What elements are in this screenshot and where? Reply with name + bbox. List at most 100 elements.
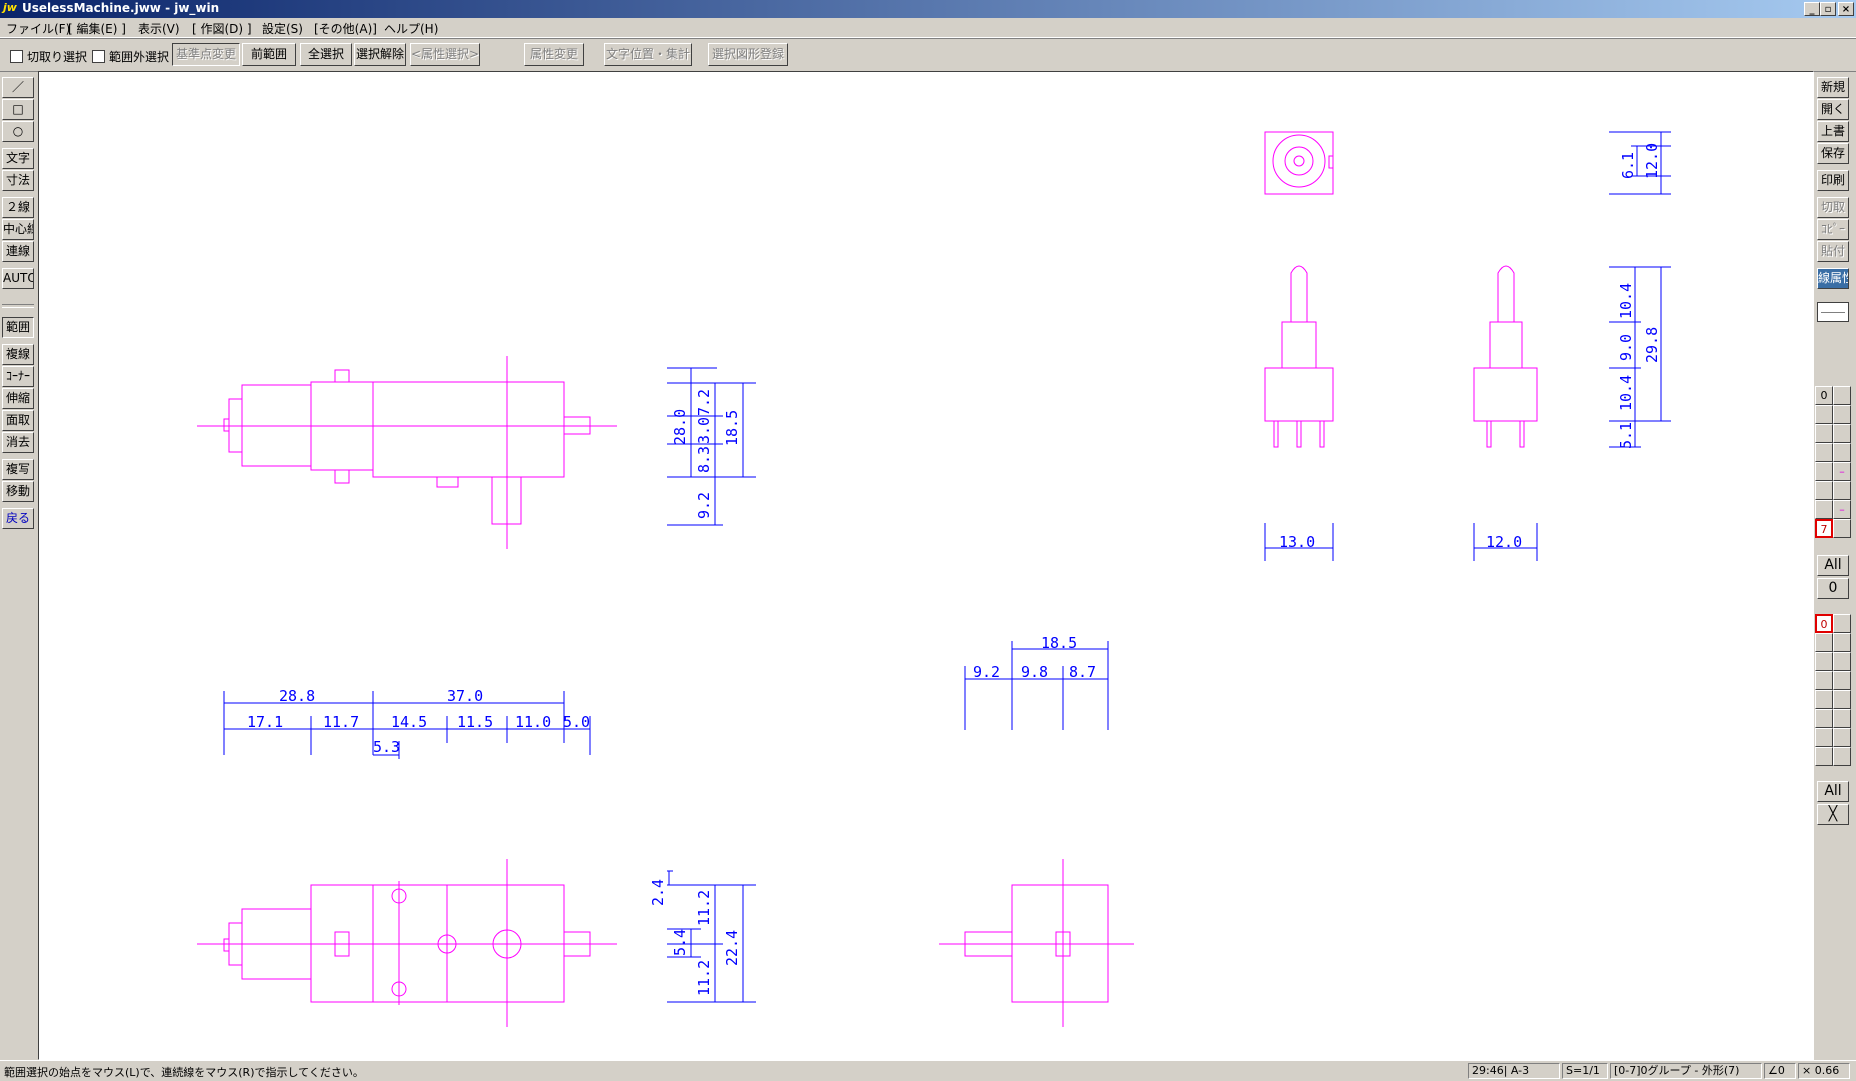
- layer-e[interactable]: [1833, 728, 1851, 747]
- double-line-tool-button[interactable]: ２線: [2, 197, 34, 218]
- length-dimensions: 28.8 37.0 17.1 11.7 14.5 11.5 11.0 5.0 5…: [223, 687, 591, 759]
- layer-group-e[interactable]: –: [1833, 500, 1851, 519]
- cut-select-checkbox[interactable]: 切取り選択: [10, 48, 87, 65]
- layer-c[interactable]: [1833, 690, 1851, 709]
- layer-group-b[interactable]: [1833, 443, 1851, 462]
- line-attribute-button[interactable]: 線属性: [1817, 268, 1849, 289]
- cut-button[interactable]: 切取: [1817, 197, 1849, 218]
- multi-line-tool-button[interactable]: 複線: [2, 344, 34, 365]
- stretch-tool-button[interactable]: 伸縮: [2, 388, 34, 409]
- deselect-button[interactable]: 選択解除: [354, 43, 406, 66]
- copy-button[interactable]: ｺﾋﾟｰ: [1817, 219, 1849, 240]
- corner-tool-button[interactable]: ｺｰﾅｰ: [2, 366, 34, 387]
- layer-9[interactable]: [1833, 633, 1851, 652]
- layer-5[interactable]: [1815, 709, 1833, 728]
- prev-range-button[interactable]: 前範囲: [242, 43, 296, 66]
- layer-3[interactable]: [1815, 671, 1833, 690]
- close-button[interactable]: ×: [1838, 2, 1854, 16]
- register-shape-button[interactable]: 選択図形登録: [708, 43, 788, 66]
- layer-group-2[interactable]: [1815, 424, 1833, 443]
- drawing-svg[interactable]: 28.0 7.2 8.3 3.0 18.5 9.2 6.1 12.0 10.4 …: [39, 72, 1813, 1059]
- paste-button[interactable]: 貼付: [1817, 241, 1849, 262]
- line-tool-button[interactable]: ／: [2, 77, 34, 98]
- layer-a[interactable]: [1833, 652, 1851, 671]
- undo-button[interactable]: 戻る: [2, 508, 34, 529]
- layer-group-d[interactable]: [1833, 481, 1851, 500]
- layer-group-3[interactable]: [1815, 443, 1833, 462]
- layer-group-4[interactable]: [1815, 462, 1833, 481]
- save-button[interactable]: 保存: [1817, 143, 1849, 164]
- new-file-button[interactable]: 新規: [1817, 77, 1849, 98]
- layer-group-5[interactable]: [1815, 481, 1833, 500]
- dim-switch-5-1: 5.1: [1617, 422, 1635, 449]
- layer-group-zero-button[interactable]: 0: [1817, 578, 1849, 599]
- dim-switch-10-4a: 10.4: [1617, 283, 1635, 319]
- layer-group-7-selected[interactable]: 7: [1815, 519, 1833, 538]
- layer-f[interactable]: [1833, 747, 1851, 766]
- scale-panel[interactable]: S=1/1: [1562, 1063, 1608, 1079]
- layer-cross-button[interactable]: ╳: [1817, 804, 1849, 825]
- all-layer-groups-button[interactable]: All: [1817, 555, 1849, 576]
- erase-tool-button[interactable]: 消去: [2, 432, 34, 453]
- dim-length-11-0: 11.0: [515, 713, 551, 731]
- minimize-button[interactable]: _: [1804, 2, 1820, 16]
- paper-size-panel[interactable]: 29:46| A-3: [1468, 1063, 1560, 1079]
- base-point-button[interactable]: 基準点変更: [172, 43, 240, 66]
- rect-tool-button[interactable]: □: [2, 99, 34, 120]
- layer-6[interactable]: [1815, 728, 1833, 747]
- overwrite-button[interactable]: 上書: [1817, 121, 1849, 142]
- connect-tool-button[interactable]: 連線: [2, 241, 34, 262]
- center-line-tool-button[interactable]: 中心線: [2, 219, 34, 240]
- checkbox-box[interactable]: [92, 50, 105, 63]
- layer-group-6[interactable]: [1815, 500, 1833, 519]
- layer-b[interactable]: [1833, 671, 1851, 690]
- layer-4[interactable]: [1815, 690, 1833, 709]
- menu-help[interactable]: ヘルプ(H): [384, 20, 438, 37]
- layer-group-a[interactable]: [1833, 424, 1851, 443]
- layer-1[interactable]: [1815, 633, 1833, 652]
- layer-group-9[interactable]: [1833, 405, 1851, 424]
- copy-tool-button[interactable]: 複写: [2, 459, 34, 480]
- text-tool-button[interactable]: 文字: [2, 148, 34, 169]
- menu-settings[interactable]: 設定(S): [262, 20, 303, 37]
- menu-edit[interactable]: [ 編集(E) ]: [68, 20, 126, 37]
- attr-select-button[interactable]: <属性選択>: [410, 43, 480, 66]
- layer-group-8[interactable]: [1833, 386, 1851, 405]
- angle-panel[interactable]: ∠0: [1764, 1063, 1796, 1079]
- menu-draw[interactable]: [ 作図(D) ]: [192, 20, 252, 37]
- all-layers-button[interactable]: All: [1817, 781, 1849, 802]
- menu-file[interactable]: ファイル(F): [6, 20, 70, 37]
- range-tool-button[interactable]: 範囲: [2, 317, 34, 338]
- layer-d[interactable]: [1833, 709, 1851, 728]
- text-position-button[interactable]: 文字位置・集計: [604, 43, 692, 66]
- attr-change-button[interactable]: 属性変更: [524, 43, 584, 66]
- layer-group-f[interactable]: [1833, 519, 1851, 538]
- chamfer-tool-button[interactable]: 面取: [2, 410, 34, 431]
- layer-group-0[interactable]: 0: [1815, 386, 1833, 405]
- open-file-button[interactable]: 開く: [1817, 99, 1849, 120]
- middle-dimensions: 18.5 9.2 9.8 8.7: [964, 634, 1109, 730]
- layer-8[interactable]: [1833, 614, 1851, 633]
- dimension-tool-button[interactable]: 寸法: [2, 170, 34, 191]
- zoom-panel[interactable]: × 0.66: [1798, 1063, 1850, 1079]
- outside-select-checkbox[interactable]: 範囲外選択: [92, 48, 169, 65]
- drawing-canvas[interactable]: 28.0 7.2 8.3 3.0 18.5 9.2 6.1 12.0 10.4 …: [38, 71, 1814, 1060]
- toolbar: 切取り選択 範囲外選択 基準点変更 前範囲 全選択 選択解除 <属性選択> 属性…: [0, 38, 1856, 72]
- layer-group-1[interactable]: [1815, 405, 1833, 424]
- checkbox-box[interactable]: [10, 50, 23, 63]
- layer-status-panel[interactable]: [0-7]0グループ - 外形(7): [1610, 1063, 1762, 1079]
- dim-length-11-7: 11.7: [323, 713, 359, 731]
- line-style-preview[interactable]: [1817, 302, 1849, 322]
- print-button[interactable]: 印刷: [1817, 170, 1849, 191]
- circle-tool-button[interactable]: ○: [2, 121, 34, 142]
- layer-group-c[interactable]: –: [1833, 462, 1851, 481]
- layer-7[interactable]: [1815, 747, 1833, 766]
- layer-2[interactable]: [1815, 652, 1833, 671]
- layer-0-selected[interactable]: 0: [1815, 614, 1833, 633]
- maximize-button[interactable]: ▫: [1820, 2, 1836, 16]
- auto-tool-button[interactable]: AUTO: [2, 268, 34, 289]
- menu-view[interactable]: 表示(V): [138, 20, 180, 37]
- move-tool-button[interactable]: 移動: [2, 481, 34, 502]
- menu-other[interactable]: [その他(A)]: [314, 20, 377, 37]
- select-all-button[interactable]: 全選択: [300, 43, 352, 66]
